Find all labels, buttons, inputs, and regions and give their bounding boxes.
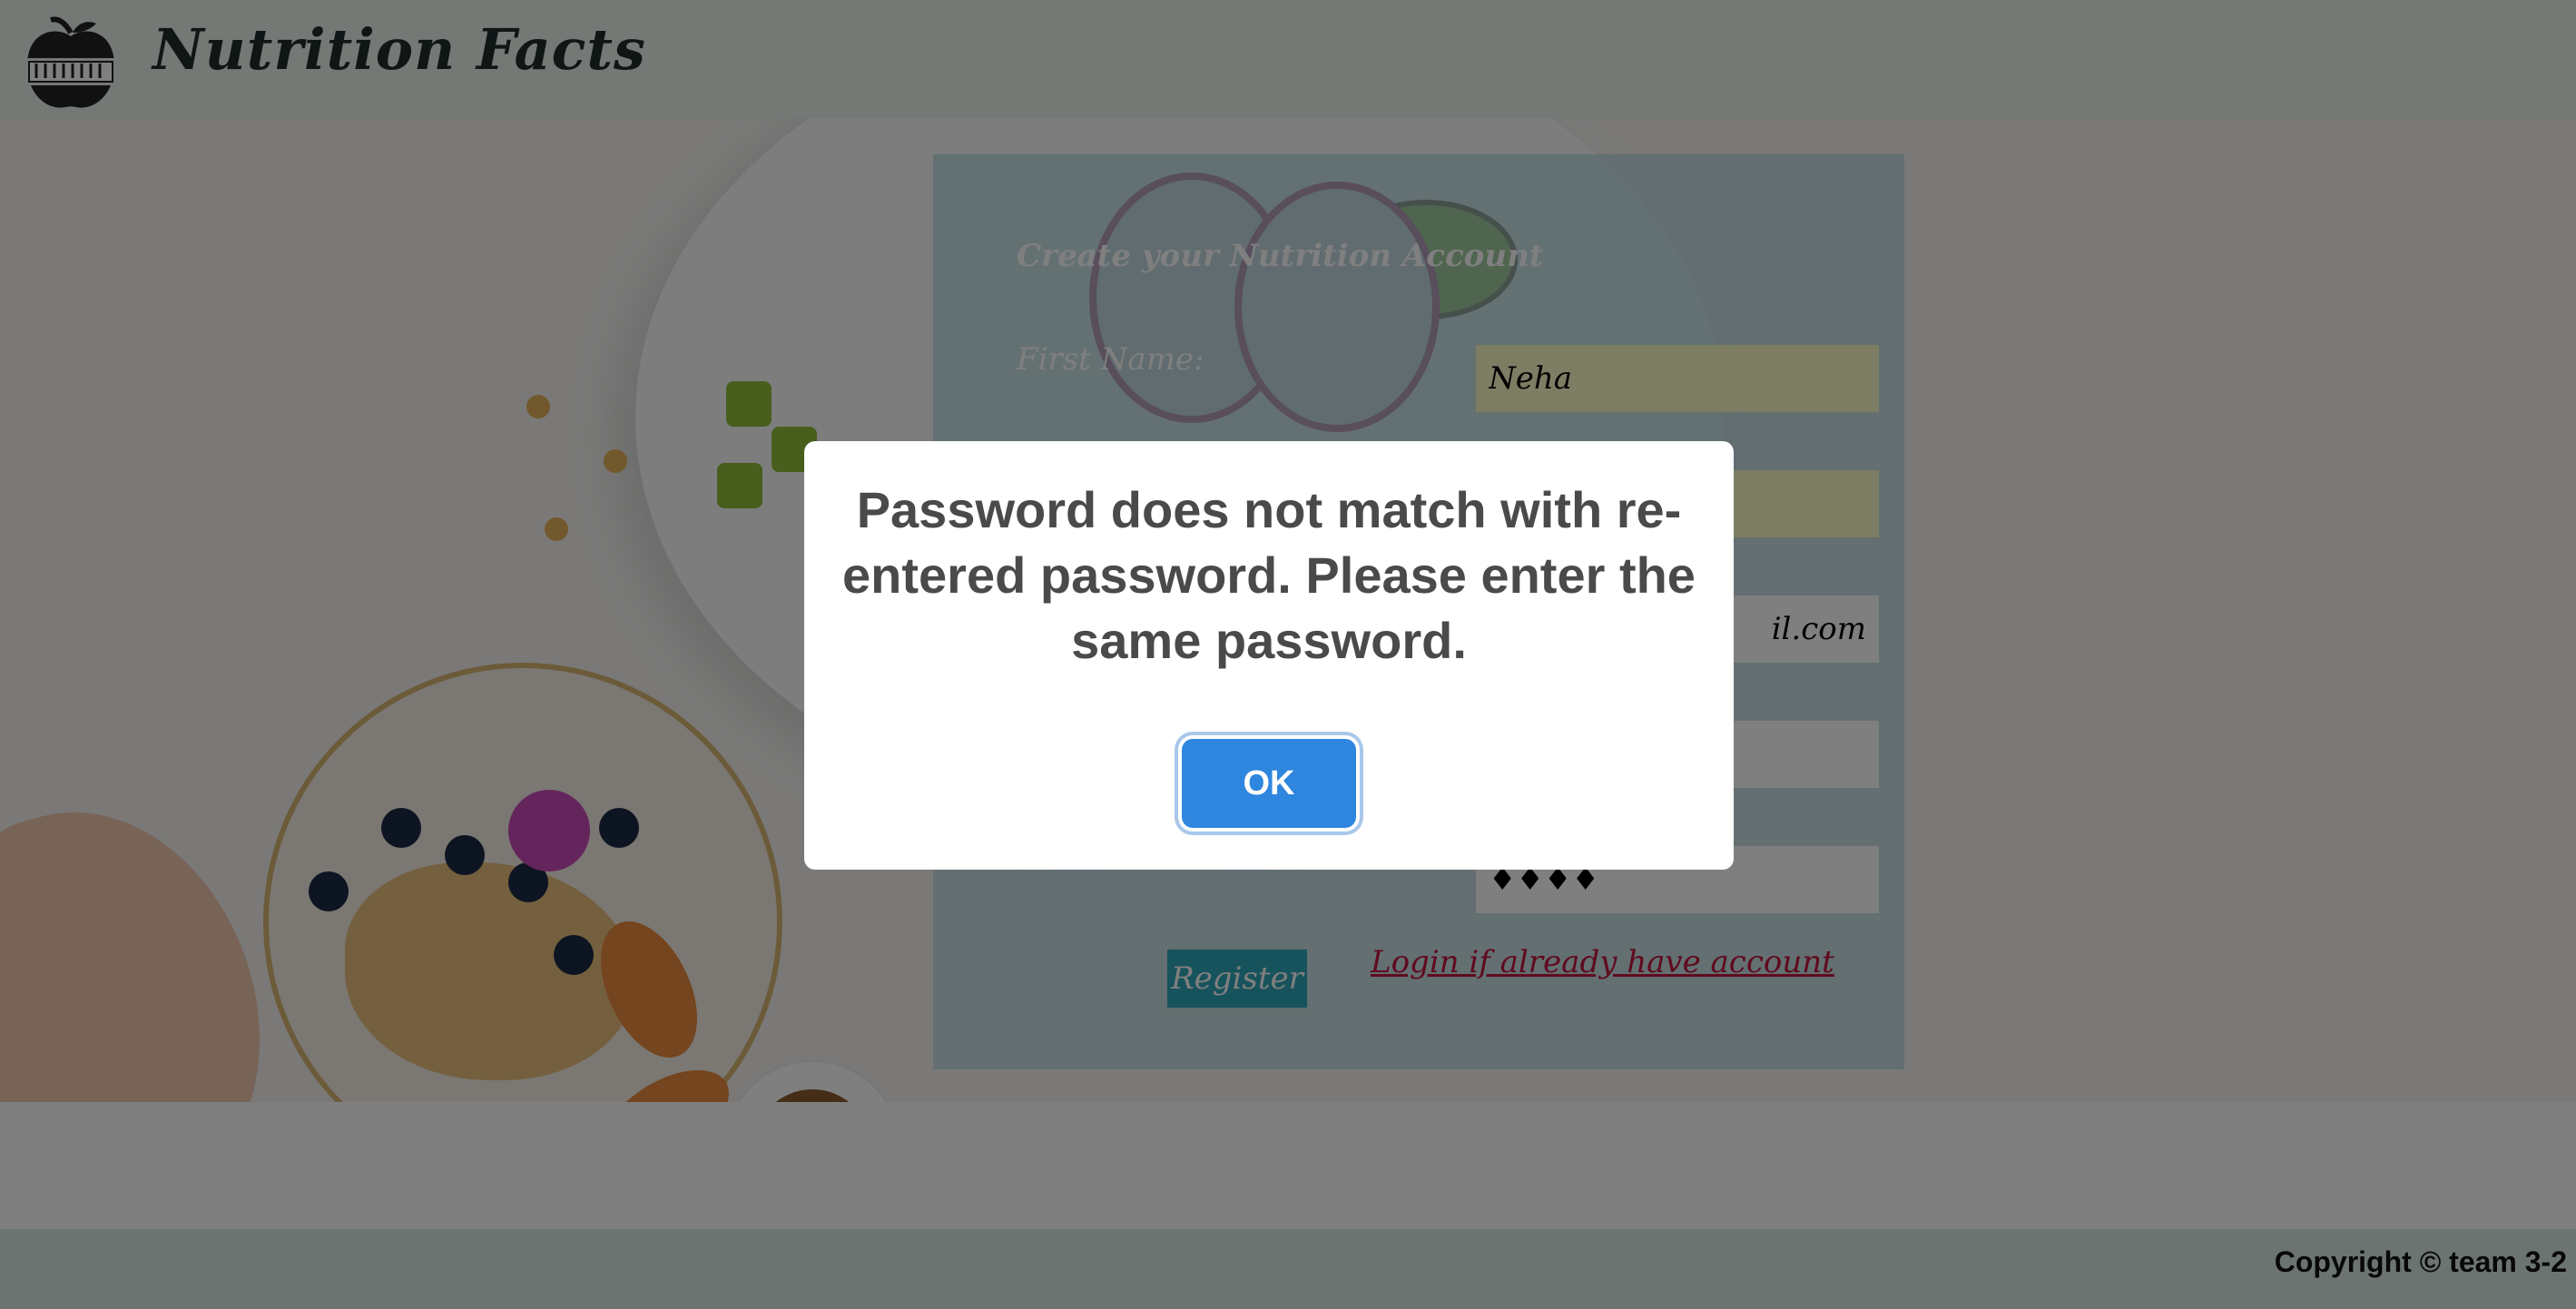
alert-dialog: Password does not match with re-entered … xyxy=(804,441,1734,870)
ok-button[interactable]: OK xyxy=(1182,739,1356,828)
alert-message: Password does not match with re-entered … xyxy=(842,481,1696,669)
